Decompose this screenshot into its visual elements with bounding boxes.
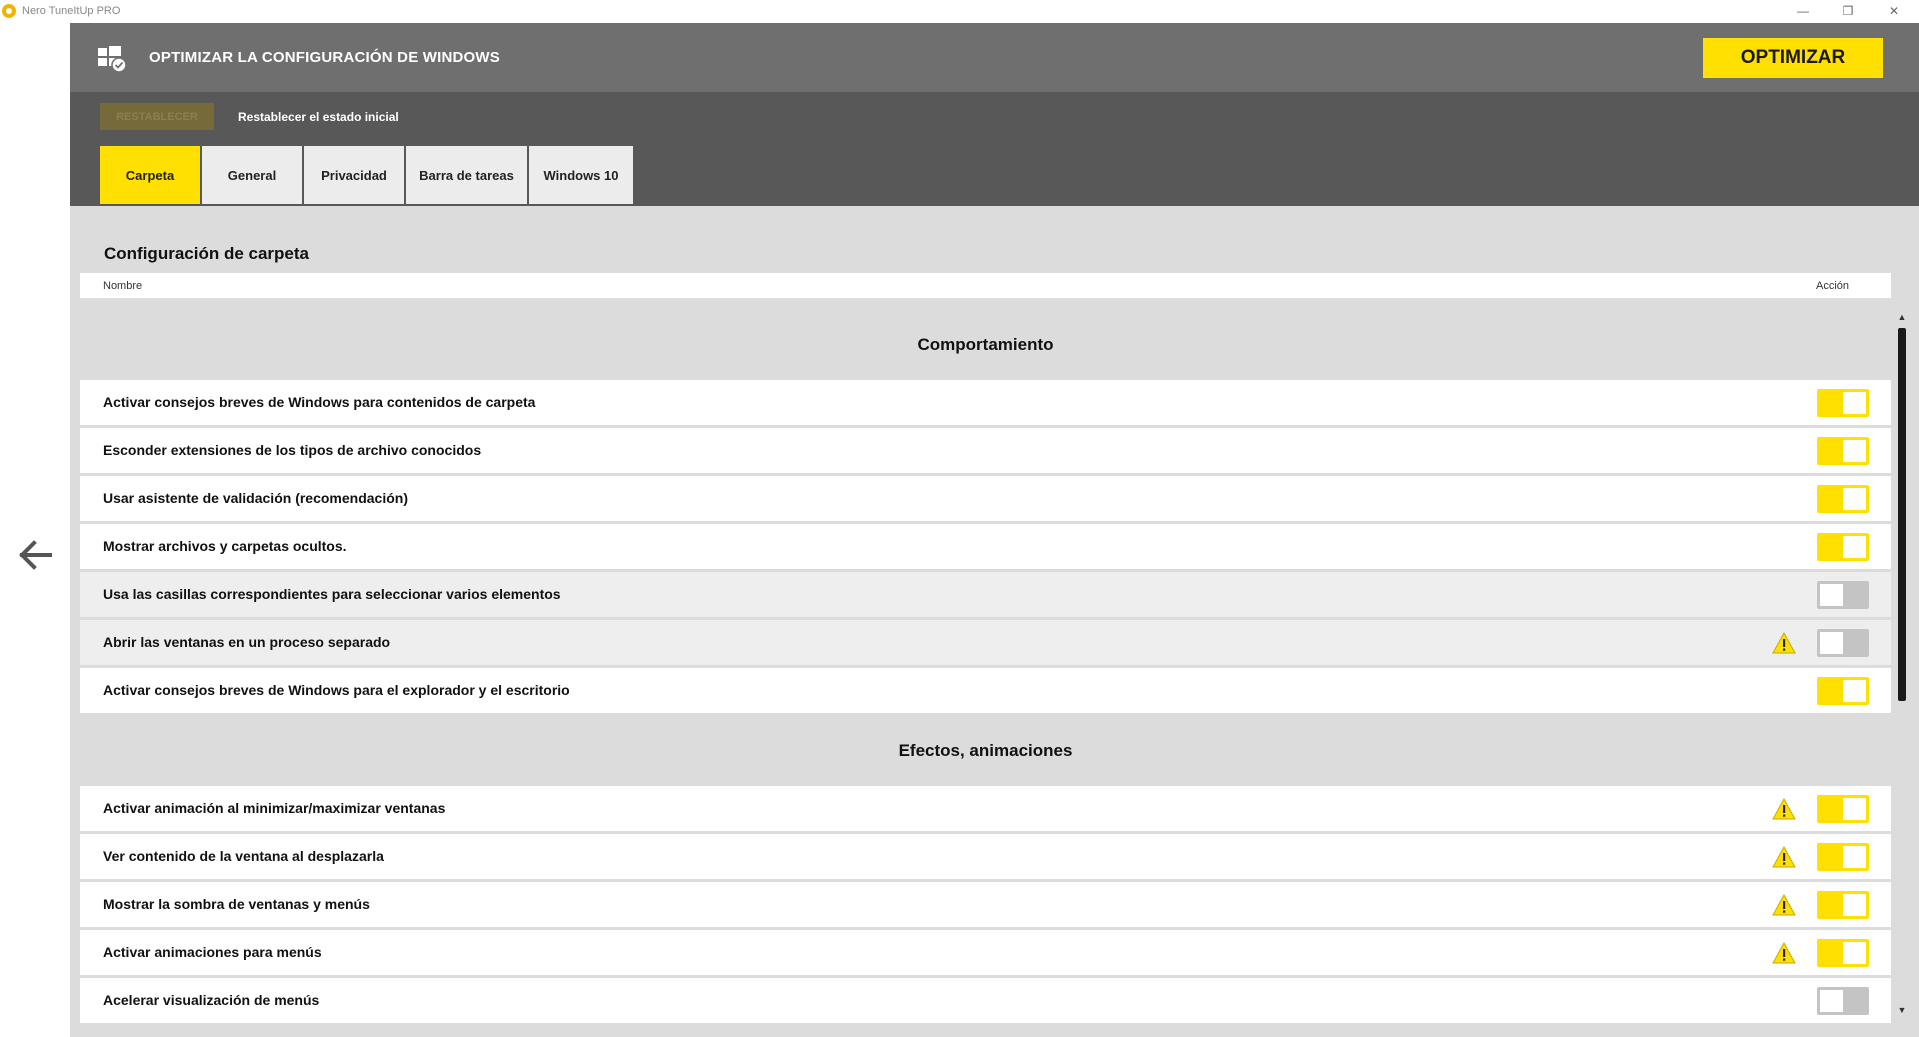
reset-bar: RESTABLECER Restablecer el estado inicia… [70, 92, 1919, 142]
settings-list[interactable]: Comportamiento Activar consejos breves d… [80, 310, 1891, 1037]
setting-toggle[interactable] [1817, 533, 1869, 561]
close-button[interactable]: ✕ [1871, 0, 1917, 22]
left-rail [0, 23, 70, 1037]
group-title-efectos: Efectos, animaciones [898, 741, 1073, 760]
setting-row: Activar animaciones para menús [80, 930, 1891, 975]
page-title: OPTIMIZAR LA CONFIGURACIÓN DE WINDOWS [149, 49, 500, 66]
column-header: Nombre Acción [80, 273, 1891, 298]
warning-icon [1772, 632, 1796, 654]
tab-carpeta[interactable]: Carpeta [100, 146, 200, 204]
optimize-button[interactable]: OPTIMIZAR [1703, 38, 1883, 78]
tab-barra-de-tareas[interactable]: Barra de tareas [406, 146, 527, 204]
column-name-label: Nombre [103, 280, 143, 292]
setting-row: Abrir las ventanas en un proceso separad… [80, 620, 1891, 665]
warning-icon [1772, 942, 1796, 964]
app-logo-icon [2, 4, 16, 18]
maximize-button[interactable]: ❐ [1825, 0, 1871, 22]
setting-row: Activar consejos breves de Windows para … [80, 380, 1891, 425]
setting-label: Mostrar archivos y carpetas ocultos. [103, 538, 347, 554]
reset-button[interactable]: RESTABLECER [100, 103, 214, 130]
tabs-bar: Carpeta General Privacidad Barra de tare… [70, 142, 1919, 206]
page-header: OPTIMIZAR LA CONFIGURACIÓN DE WINDOWS OP… [70, 23, 1919, 92]
setting-label: Usa las casillas correspondientes para s… [103, 586, 561, 602]
setting-row: Usa las casillas correspondientes para s… [80, 572, 1891, 617]
tab-privacidad[interactable]: Privacidad [304, 146, 404, 204]
setting-label: Activar consejos breves de Windows para … [103, 682, 570, 698]
setting-toggle[interactable] [1817, 437, 1869, 465]
setting-row: Activar animación al minimizar/maximizar… [80, 786, 1891, 831]
warning-icon [1772, 846, 1796, 868]
setting-row: Ver contenido de la ventana al desplazar… [80, 834, 1891, 879]
setting-toggle[interactable] [1817, 795, 1869, 823]
content-area: Configuración de carpeta Nombre Acción C… [70, 206, 1919, 1037]
setting-row: Esconder extensiones de los tipos de arc… [80, 428, 1891, 473]
setting-label: Activar animaciones para menús [103, 944, 322, 960]
setting-row: Mostrar la sombra de ventanas y menús [80, 882, 1891, 927]
setting-toggle[interactable] [1817, 485, 1869, 513]
setting-toggle[interactable] [1817, 677, 1869, 705]
group-title-comportamiento: Comportamiento [917, 335, 1054, 354]
setting-label: Activar consejos breves de Windows para … [103, 394, 536, 410]
setting-toggle[interactable] [1817, 629, 1869, 657]
setting-row: Activar consejos breves de Windows para … [80, 668, 1891, 713]
setting-toggle[interactable] [1817, 987, 1869, 1015]
setting-row: Acelerar visualización de menús [80, 978, 1891, 1023]
scroll-thumb[interactable] [1898, 328, 1906, 701]
arrow-left-icon[interactable] [14, 533, 58, 577]
windows-settings-icon [98, 46, 127, 73]
section-title: Configuración de carpeta [104, 244, 309, 263]
tab-windows-10[interactable]: Windows 10 [529, 146, 633, 204]
warning-icon [1772, 798, 1796, 820]
setting-label: Abrir las ventanas en un proceso separad… [103, 634, 391, 650]
setting-toggle[interactable] [1817, 891, 1869, 919]
minimize-button[interactable]: — [1780, 0, 1826, 22]
setting-label: Usar asistente de validación (recomendac… [103, 490, 408, 506]
tab-general[interactable]: General [202, 146, 302, 204]
setting-toggle[interactable] [1817, 581, 1869, 609]
setting-label: Acelerar visualización de menús [103, 992, 320, 1008]
scroll-down-arrow-icon[interactable]: ▼ [1895, 1003, 1909, 1017]
vertical-scrollbar[interactable]: ▲ ▼ [1895, 310, 1909, 1017]
setting-toggle[interactable] [1817, 389, 1869, 417]
warning-icon [1772, 894, 1796, 916]
window-titlebar: Nero TuneItUp PRO — ❐ ✕ [0, 0, 1919, 23]
app-title: Nero TuneItUp PRO [22, 5, 121, 17]
setting-label: Ver contenido de la ventana al desplazar… [103, 848, 384, 864]
setting-row: Mostrar archivos y carpetas ocultos. [80, 524, 1891, 569]
setting-toggle[interactable] [1817, 939, 1869, 967]
setting-label: Activar animación al minimizar/maximizar… [103, 800, 446, 816]
column-action-label: Acción [1816, 280, 1850, 292]
setting-label: Esconder extensiones de los tipos de arc… [103, 442, 482, 458]
scroll-up-arrow-icon[interactable]: ▲ [1895, 310, 1909, 324]
reset-description: Restablecer el estado inicial [238, 110, 399, 124]
setting-label: Mostrar la sombra de ventanas y menús [103, 896, 370, 912]
setting-toggle[interactable] [1817, 843, 1869, 871]
setting-row: Usar asistente de validación (recomendac… [80, 476, 1891, 521]
